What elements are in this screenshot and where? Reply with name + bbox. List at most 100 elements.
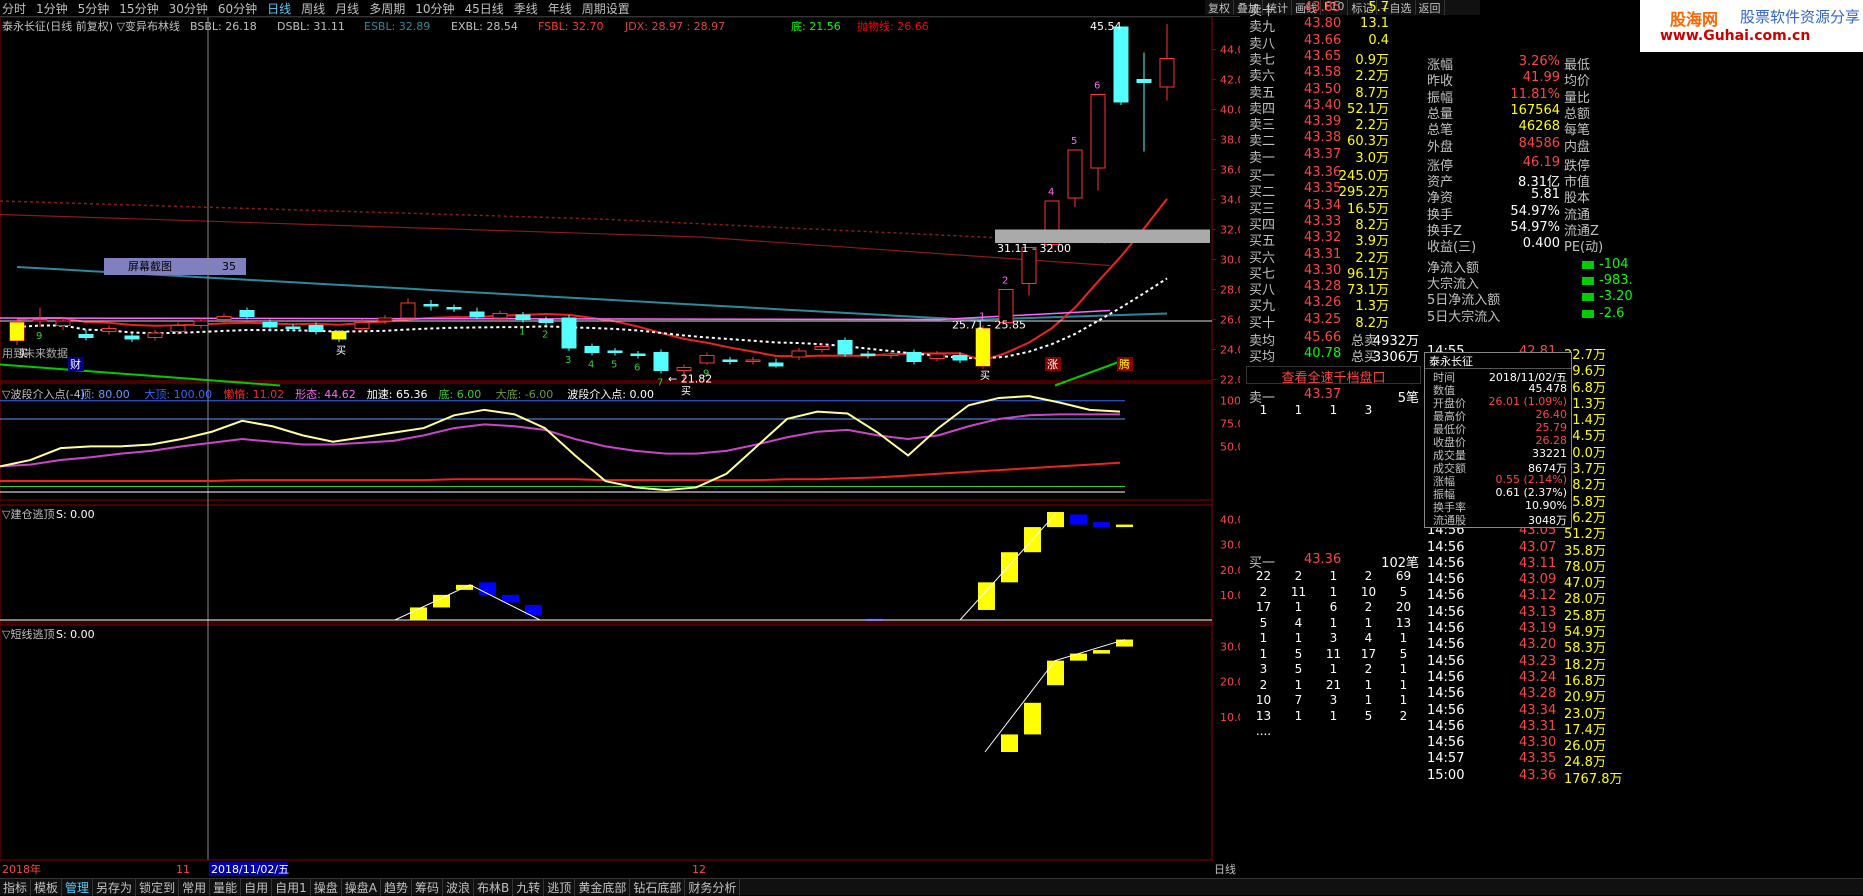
period-14[interactable]: 周期设置 bbox=[582, 0, 630, 16]
candle-body[interactable] bbox=[55, 320, 71, 326]
period-5[interactable]: 60分钟 bbox=[218, 0, 257, 16]
period-9[interactable]: 多周期 bbox=[369, 0, 405, 16]
tab-11[interactable]: 趋势 bbox=[381, 878, 413, 896]
candle-body[interactable] bbox=[124, 335, 140, 340]
candle-body[interactable] bbox=[929, 353, 945, 359]
candle-body[interactable] bbox=[791, 350, 807, 358]
bid-row[interactable]: 买九 43.26 1.3万 bbox=[1246, 295, 1421, 314]
period-11[interactable]: 45日线 bbox=[464, 0, 503, 16]
tab-13[interactable]: 波浪 bbox=[443, 878, 475, 896]
candle-body[interactable] bbox=[170, 325, 186, 332]
candle-body[interactable] bbox=[768, 362, 784, 367]
tab-18[interactable]: 钻石底部 bbox=[630, 878, 686, 896]
candle-body[interactable] bbox=[285, 326, 301, 329]
candle-body[interactable] bbox=[423, 304, 439, 307]
tab-5[interactable]: 常用 bbox=[179, 878, 211, 896]
candle-body[interactable] bbox=[32, 319, 48, 322]
tab-10[interactable]: 操盘A bbox=[342, 878, 381, 896]
candle-body[interactable] bbox=[906, 352, 922, 362]
bid-row[interactable]: 买五 43.32 3.9万 bbox=[1246, 230, 1421, 249]
candle-body[interactable] bbox=[446, 307, 462, 310]
tab-16[interactable]: 逃顶 bbox=[544, 878, 576, 896]
tick-row[interactable]: 14:56 43.12 28.0万 bbox=[1424, 588, 1863, 607]
period-6[interactable]: 日线 bbox=[267, 0, 291, 16]
candle-body[interactable] bbox=[676, 367, 692, 371]
tick-row[interactable]: 14:56 43.30 26.0万 bbox=[1424, 735, 1863, 754]
ask-row[interactable]: 卖一 43.37 3.0万 bbox=[1246, 147, 1421, 166]
tick-row[interactable]: 14:56 43.09 47.0万 bbox=[1424, 572, 1863, 591]
tab-0[interactable]: 指标 bbox=[0, 878, 32, 896]
kline-chart-area[interactable]: 泰永长征(日线 前复权) ▽变异布林线 BSBL: 26.18 DSBL: 31.1… bbox=[0, 17, 1240, 885]
bid-row[interactable]: 买四 43.33 8.2万 bbox=[1246, 214, 1421, 233]
tab-15[interactable]: 九转 bbox=[513, 878, 545, 896]
candle-body[interactable] bbox=[147, 332, 163, 338]
candle-body[interactable] bbox=[837, 340, 853, 355]
candle-body[interactable] bbox=[78, 334, 94, 338]
candle-body[interactable] bbox=[308, 325, 324, 332]
ask-row[interactable]: 卖十 43.85 5.7 bbox=[1246, 0, 1421, 19]
candle-body[interactable] bbox=[377, 317, 393, 322]
candle-body[interactable] bbox=[262, 322, 278, 328]
period-4[interactable]: 30分钟 bbox=[169, 0, 208, 16]
candle-body[interactable] bbox=[607, 350, 623, 353]
ask-row[interactable]: 卖二 43.38 60.3万 bbox=[1246, 130, 1421, 149]
ask-row[interactable]: 卖七 43.65 0.9万 bbox=[1246, 49, 1421, 68]
full-depth-button[interactable]: 查看全速千档盘口 bbox=[1246, 365, 1421, 386]
ask-row[interactable]: 卖四 43.40 52.1万 bbox=[1246, 98, 1421, 117]
candle-body[interactable] bbox=[101, 328, 117, 332]
candle-body[interactable] bbox=[354, 322, 370, 329]
candle-body[interactable] bbox=[538, 319, 554, 323]
period-10[interactable]: 10分钟 bbox=[415, 0, 454, 16]
candle-body[interactable] bbox=[653, 352, 669, 371]
bid-row[interactable]: 买二 43.35 295.2万 bbox=[1246, 181, 1421, 200]
candle-body[interactable] bbox=[699, 355, 715, 364]
bid-row[interactable]: 买十 43.25 8.2万 bbox=[1246, 312, 1421, 331]
bid-row[interactable]: 买三 43.34 16.5万 bbox=[1246, 198, 1421, 217]
candle-body[interactable] bbox=[1113, 26, 1129, 103]
tab-3[interactable]: 另存为 bbox=[93, 878, 137, 896]
tick-row[interactable]: 14:56 43.20 58.3万 bbox=[1424, 637, 1863, 656]
candle-body[interactable] bbox=[216, 316, 232, 320]
candle-body[interactable] bbox=[1067, 149, 1083, 199]
tick-row[interactable]: 14:56 43.19 54.9万 bbox=[1424, 621, 1863, 640]
candle-body[interactable] bbox=[630, 353, 646, 356]
candle-body[interactable] bbox=[492, 313, 508, 319]
bid-row[interactable]: 买八 43.28 73.1万 bbox=[1246, 279, 1421, 298]
period-0[interactable]: 分时 bbox=[2, 0, 26, 16]
tick-row[interactable]: 14:56 43.11 78.0万 bbox=[1424, 556, 1863, 575]
candle-body[interactable] bbox=[1159, 58, 1175, 88]
candle-body[interactable] bbox=[561, 317, 577, 349]
tick-row[interactable]: 14:56 43.07 35.8万 bbox=[1424, 540, 1863, 559]
period-7[interactable]: 周线 bbox=[301, 0, 325, 16]
tab-8[interactable]: 自用1 bbox=[272, 878, 311, 896]
tick-row[interactable]: 15:00 43.36 1767.8万 bbox=[1424, 768, 1863, 787]
candle-body[interactable] bbox=[239, 310, 255, 317]
tab-12[interactable]: 筹码 bbox=[412, 878, 444, 896]
ask-row[interactable]: 卖九 43.80 13.1 bbox=[1246, 16, 1421, 35]
tick-row[interactable]: 14:56 43.23 18.2万 bbox=[1424, 654, 1863, 673]
candle-body[interactable] bbox=[1090, 94, 1106, 169]
bid-row[interactable]: 买一 43.36 245.0万 bbox=[1246, 165, 1421, 184]
candle-body[interactable] bbox=[883, 353, 899, 356]
candle-body[interactable] bbox=[515, 314, 531, 320]
ask-row[interactable]: 卖六 43.58 2.2万 bbox=[1246, 65, 1421, 84]
candle-body[interactable] bbox=[400, 302, 416, 319]
candle-body[interactable] bbox=[193, 320, 209, 326]
tick-row[interactable]: 14:57 43.35 24.8万 bbox=[1424, 751, 1863, 770]
tick-row[interactable]: 14:56 43.13 25.8万 bbox=[1424, 605, 1863, 624]
tab-4[interactable]: 锁定到 bbox=[136, 878, 180, 896]
candle-body[interactable] bbox=[860, 353, 876, 356]
tick-row[interactable]: 14:56 43.34 23.0万 bbox=[1424, 703, 1863, 722]
candle-body[interactable] bbox=[469, 311, 485, 317]
tick-row[interactable]: 14:56 43.31 17.4万 bbox=[1424, 719, 1863, 738]
tick-row[interactable]: 14:56 43.24 16.8万 bbox=[1424, 670, 1863, 689]
tab-9[interactable]: 操盘 bbox=[311, 878, 342, 896]
tab-6[interactable]: 量能 bbox=[210, 878, 242, 896]
candle-body[interactable] bbox=[1136, 79, 1152, 83]
period-2[interactable]: 5分钟 bbox=[78, 0, 110, 16]
bid-row[interactable]: 买七 43.30 96.1万 bbox=[1246, 263, 1421, 282]
candle-body[interactable] bbox=[814, 346, 830, 350]
period-1[interactable]: 1分钟 bbox=[36, 0, 68, 16]
period-8[interactable]: 月线 bbox=[335, 0, 359, 16]
tick-row[interactable]: 14:56 43.28 20.9万 bbox=[1424, 686, 1863, 705]
